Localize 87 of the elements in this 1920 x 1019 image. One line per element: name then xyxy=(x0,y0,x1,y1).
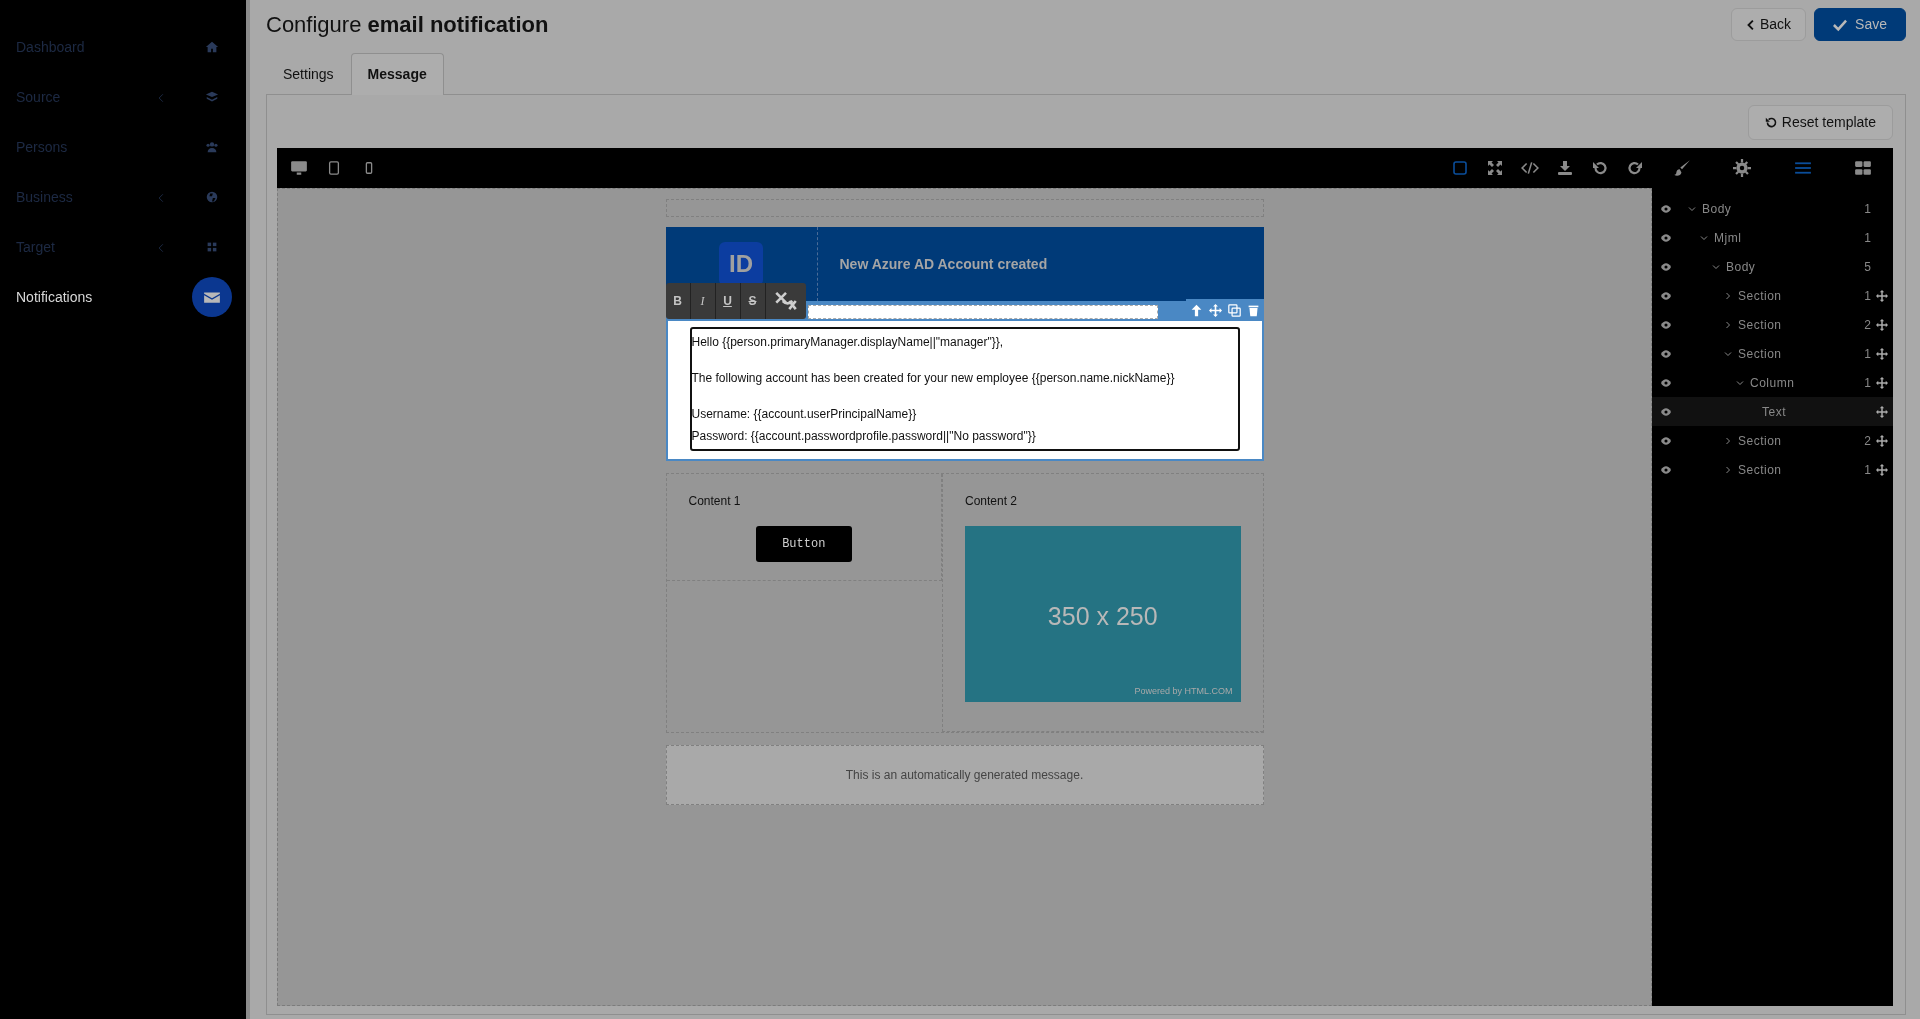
redo-icon xyxy=(1626,160,1643,176)
eye-icon xyxy=(1659,203,1673,214)
save-button[interactable]: Save xyxy=(1814,8,1906,41)
reset-template-button[interactable]: Reset template xyxy=(1747,105,1893,140)
layer-item[interactable]: Text xyxy=(1652,397,1893,426)
layer-item[interactable]: Column 1 xyxy=(1652,368,1893,397)
people-icon xyxy=(205,140,219,154)
format-button[interactable]: U xyxy=(715,283,741,319)
layer-item[interactable]: Section 1 xyxy=(1652,339,1893,368)
footer-text: This is an automatically generated message. xyxy=(665,745,1264,805)
logo: ID xyxy=(719,242,763,286)
square-icon xyxy=(1451,160,1468,176)
check-icon xyxy=(1833,17,1848,32)
home-icon xyxy=(205,40,219,54)
globe-icon xyxy=(205,190,219,204)
tablet-icon xyxy=(326,161,341,175)
layer-label: Column xyxy=(1750,374,1795,392)
eye-icon xyxy=(1659,435,1673,446)
sidebar-item[interactable]: Notifications xyxy=(0,272,246,322)
eye-icon xyxy=(1659,377,1673,388)
layer-count: 5 xyxy=(1863,258,1871,276)
image-credit: Powered by HTML.COM xyxy=(1134,684,1233,698)
expand-icon xyxy=(1486,160,1503,176)
eye-icon xyxy=(1659,348,1673,359)
tab[interactable]: Message xyxy=(350,53,444,95)
layer-label: Section xyxy=(1738,461,1782,479)
copy-icon xyxy=(1227,303,1241,317)
image-size-label: 350 x 250 xyxy=(1046,601,1159,632)
eye-icon xyxy=(1659,290,1673,301)
text-line: Username: {{account.userPrincipalName}} xyxy=(691,406,918,423)
undo-icon xyxy=(1764,116,1778,129)
layer-item[interactable]: Section 2 xyxy=(1652,426,1893,455)
eye-icon xyxy=(1659,406,1673,417)
eye-icon xyxy=(1659,261,1673,272)
code-icon xyxy=(1520,159,1539,177)
layer-count: 2 xyxy=(1863,432,1871,450)
menu-icon xyxy=(1793,159,1812,177)
email-heading: New Azure AD Account created xyxy=(838,254,1048,274)
text-line: The following account has been created for your new employee {{person.name.nickName}} xyxy=(691,370,1176,387)
layer-count: 1 xyxy=(1863,200,1871,218)
eye-icon xyxy=(1659,464,1673,475)
layer-item[interactable]: Section 2 xyxy=(1652,310,1893,339)
text-block[interactable] xyxy=(689,327,1240,451)
eye-icon xyxy=(1659,232,1673,243)
page-title: Configure email notification xyxy=(266,12,549,39)
format-button[interactable]: B xyxy=(665,283,691,319)
layer-label: Section xyxy=(1738,432,1782,450)
layer-count: 1 xyxy=(1863,229,1871,247)
layer-count: 1 xyxy=(1863,374,1871,392)
text-line: Hello {{person.primaryManager.displayName||"manager"}}, xyxy=(691,334,1005,351)
layers-icon xyxy=(205,90,219,104)
chevron-left-icon xyxy=(1745,18,1756,31)
tab[interactable]: Settings xyxy=(266,53,351,95)
format-button[interactable]: S xyxy=(740,283,766,319)
download-icon xyxy=(1556,160,1573,176)
layer-label: Section xyxy=(1738,287,1782,305)
layer-count: 1 xyxy=(1863,287,1871,305)
move-icon xyxy=(1208,303,1222,317)
text-line: Password: {{account.passwordprofile.password||"No password"}} xyxy=(691,428,1037,445)
layer-label: Body xyxy=(1726,258,1756,276)
eye-icon xyxy=(1659,319,1673,330)
layer-item[interactable]: Section 1 xyxy=(1652,455,1893,484)
layer-item[interactable]: Body 1 xyxy=(1652,194,1893,223)
layer-count: 2 xyxy=(1863,316,1871,334)
layer-item[interactable]: Body 5 xyxy=(1652,252,1893,281)
layer-label: Section xyxy=(1738,345,1782,363)
layer-label: Text xyxy=(1762,403,1786,421)
brush-icon xyxy=(1673,159,1692,177)
email-button[interactable]: Button xyxy=(755,526,852,562)
monitor-icon xyxy=(289,159,308,177)
trash-icon xyxy=(1246,303,1260,317)
format-button[interactable]: I xyxy=(690,283,716,319)
layer-count: 1 xyxy=(1863,461,1871,479)
layer-label: Mjml xyxy=(1714,229,1742,247)
layer-label: Body xyxy=(1702,200,1732,218)
back-button[interactable]: Back xyxy=(1730,8,1807,41)
layer-label: Section xyxy=(1738,316,1782,334)
grid-icon xyxy=(205,240,219,254)
layer-count: 1 xyxy=(1863,345,1871,363)
gear-icon xyxy=(1733,159,1752,177)
arrow-up-icon xyxy=(1189,303,1203,317)
layer-item[interactable]: Mjml 1 xyxy=(1652,223,1893,252)
layer-item[interactable]: Section 1 xyxy=(1652,281,1893,310)
column-title: Content 2 xyxy=(965,493,1019,510)
column-title: Content 1 xyxy=(688,493,742,510)
undo-icon xyxy=(1591,160,1608,176)
blocks-icon xyxy=(1853,159,1872,177)
